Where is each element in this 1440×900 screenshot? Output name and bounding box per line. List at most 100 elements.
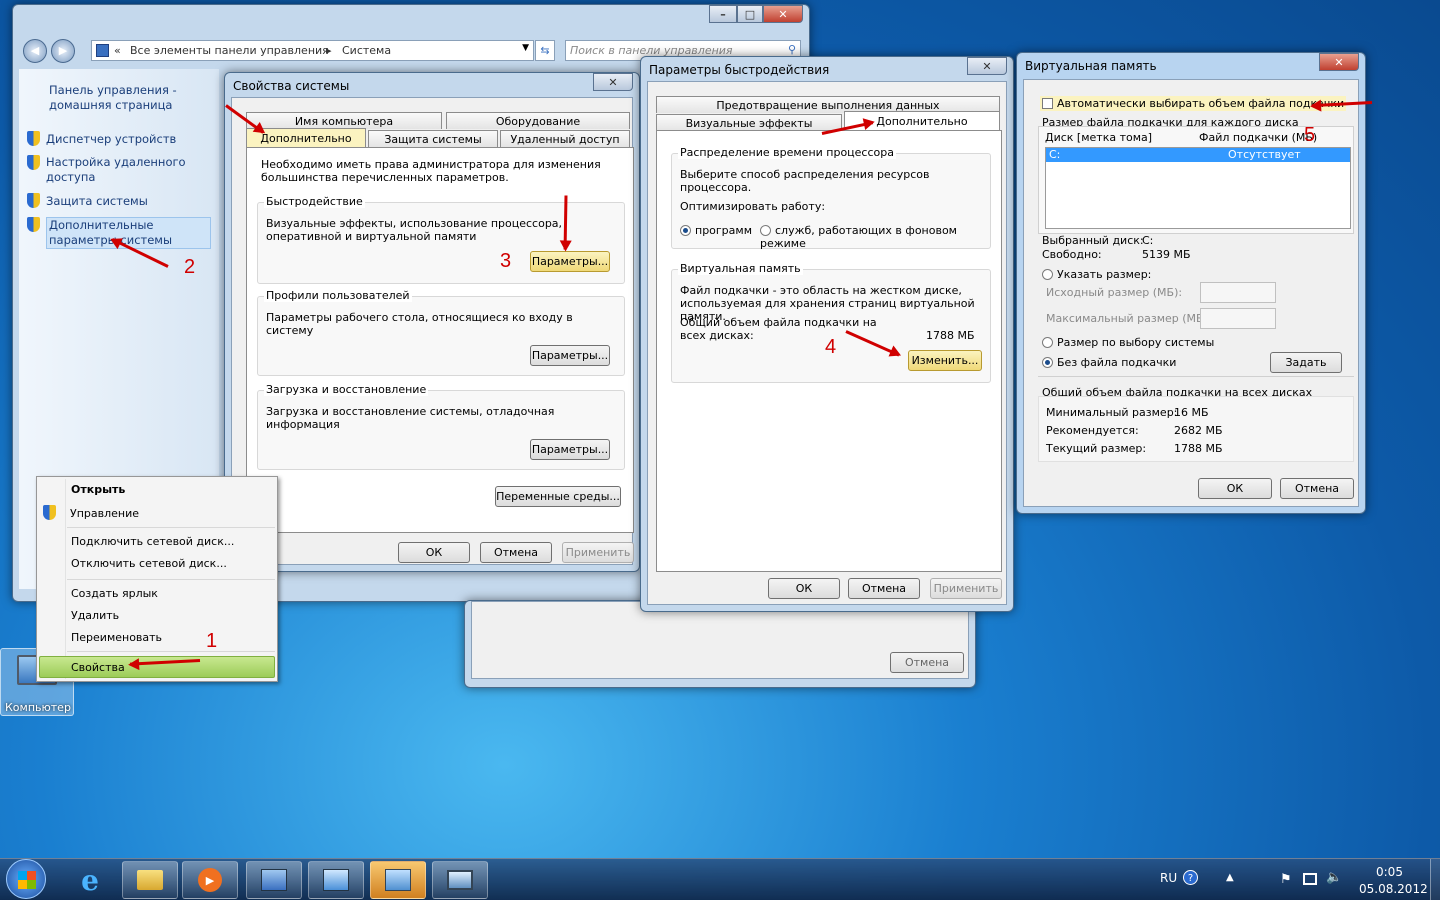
performance-settings-button[interactable]: Параметры... [530, 251, 610, 272]
tab-computer-name[interactable]: Имя компьютера [246, 112, 442, 129]
ok-button[interactable]: ОК [768, 578, 840, 599]
menu-item-map-drive[interactable]: Подключить сетевой диск... [71, 535, 234, 548]
cancel-button[interactable]: Отмена [1280, 478, 1354, 499]
internet-explorer-icon: e [81, 863, 99, 897]
radio-custom-size[interactable]: Указать размер: [1042, 268, 1151, 281]
menu-item-open[interactable]: Открыть [71, 483, 125, 496]
breadcrumb-overflow[interactable]: « [114, 44, 121, 57]
background-dialog: Отмена [464, 600, 976, 688]
action-center-flag-icon[interactable]: ⚑ [1280, 872, 1292, 887]
menu-item-disconnect-drive[interactable]: Отключить сетевой диск... [71, 557, 227, 570]
group-title: Загрузка и восстановление [264, 383, 429, 396]
radio-system-managed[interactable]: Размер по выбору системы [1042, 336, 1214, 349]
cancel-button[interactable]: Отмена [848, 578, 920, 599]
group-title: Профили пользователей [264, 289, 412, 302]
sidebar-item-protection[interactable]: Защита системы [27, 193, 217, 208]
close-icon[interactable]: ✕ [593, 73, 633, 91]
boot-settings-button[interactable]: Параметры... [530, 439, 610, 460]
maximize-icon[interactable]: □ [737, 5, 763, 23]
menu-item-create-shortcut[interactable]: Создать ярлык [71, 587, 158, 600]
breadcrumb-system[interactable]: Система [342, 44, 391, 57]
window-controls: ✕ [1319, 53, 1359, 71]
sidebar-item-remote[interactable]: Настройка удаленного доступа [27, 155, 217, 185]
environment-variables-button[interactable]: Переменные среды... [495, 486, 621, 507]
search-icon[interactable]: ⚲ [788, 43, 796, 56]
tab-hardware[interactable]: Оборудование [446, 112, 630, 129]
radio-programs[interactable]: программ [680, 224, 752, 237]
current-label: Текущий размер: [1046, 442, 1147, 455]
tab-system-protection[interactable]: Защита системы [368, 130, 498, 147]
back-button[interactable]: ◀ [23, 39, 47, 63]
menu-separator [67, 651, 275, 652]
radio-no-paging[interactable]: Без файла подкачки [1042, 356, 1176, 369]
tab-visual-effects[interactable]: Визуальные эффекты [656, 114, 842, 131]
apply-button[interactable]: Применить [930, 578, 1002, 599]
shield-icon [27, 217, 40, 232]
clock-time[interactable]: 0:05 [1376, 865, 1403, 879]
cancel-button[interactable]: Отмена [890, 652, 964, 673]
group-text: Загрузка и восстановление системы, отлад… [266, 405, 555, 431]
profiles-group: Профили пользователей Параметры рабочего… [257, 289, 625, 376]
initial-size-label: Исходный размер (МБ): [1046, 286, 1183, 299]
taskbar-ie[interactable]: e [62, 861, 118, 899]
virtual-memory-group: Виртуальная память Файл подкачки - это о… [671, 262, 991, 383]
set-button[interactable]: Задать [1270, 352, 1342, 373]
radio-label: служб, работающих в фоновом режиме [760, 224, 957, 250]
initial-size-field[interactable] [1200, 282, 1276, 303]
taskbar-control-panel[interactable] [308, 861, 364, 899]
minimize-icon[interactable]: – [709, 5, 737, 23]
forward-button[interactable]: ▶ [51, 39, 75, 63]
menu-item-rename[interactable]: Переименовать [71, 631, 162, 644]
cpu-group: Распределение времени процессора Выберит… [671, 146, 991, 250]
sidebar-item-devices[interactable]: Диспетчер устройств [27, 131, 217, 146]
taskbar-network[interactable] [246, 861, 302, 899]
help-icon[interactable]: ? [1183, 870, 1198, 885]
address-dropdown-icon[interactable]: ▼ [522, 43, 529, 53]
recommended-value: 2682 МБ [1174, 424, 1223, 437]
profiles-settings-button[interactable]: Параметры... [530, 345, 610, 366]
menu-item-label: Управление [70, 507, 140, 520]
annotation-number-3: 3 [500, 250, 512, 272]
sidebar-item-label: Защита системы [46, 194, 148, 208]
radio-services[interactable]: служб, работающих в фоновом режиме [760, 224, 990, 250]
sidebar-item-home[interactable]: Панель управления - домашняя страница [49, 83, 209, 113]
radio-icon [1042, 357, 1053, 368]
taskbar-explorer[interactable] [122, 861, 178, 899]
taskbar-media-player[interactable]: ▶ [182, 861, 238, 899]
tab-remote[interactable]: Удаленный доступ [500, 130, 630, 147]
group-text: Выберите способ распределения ресурсов п… [680, 168, 930, 194]
close-icon[interactable]: ✕ [967, 57, 1007, 75]
maximum-size-field[interactable] [1200, 308, 1276, 329]
auto-checkbox[interactable]: Автоматически выбирать объем файла подка… [1040, 96, 1347, 111]
close-icon[interactable]: ✕ [763, 5, 803, 23]
dialog-body: Имя компьютера Оборудование Дополнительн… [231, 97, 634, 565]
menu-item-properties[interactable]: Свойства [39, 656, 275, 678]
ok-button[interactable]: ОК [1198, 478, 1272, 499]
taskbar-system-properties[interactable] [370, 861, 426, 899]
start-button[interactable] [6, 859, 46, 899]
network-tray-icon[interactable] [1303, 873, 1317, 885]
taskbar-performance[interactable] [432, 861, 488, 899]
breadcrumb-all-items[interactable]: Все элементы панели управления [130, 44, 329, 57]
tray-expand-icon[interactable]: ▲ [1226, 872, 1234, 883]
apply-button[interactable]: Применить [562, 542, 634, 563]
radio-label: Указать размер: [1057, 268, 1152, 281]
menu-item-manage[interactable]: Управление [43, 505, 139, 520]
radio-icon [1042, 269, 1053, 280]
address-bar[interactable]: « Все элементы панели управления ▸ Систе… [91, 40, 534, 61]
cancel-button[interactable]: Отмена [480, 542, 552, 563]
ok-button[interactable]: ОК [398, 542, 470, 563]
annotation-number-5: 5 [1304, 124, 1316, 146]
clock-date[interactable]: 05.08.2012 [1359, 882, 1428, 896]
shield-icon [27, 193, 40, 208]
change-button[interactable]: Изменить... [908, 350, 982, 371]
close-icon[interactable]: ✕ [1319, 53, 1359, 71]
disk-row[interactable]: C: Отсутствует [1046, 148, 1350, 162]
menu-item-delete[interactable]: Удалить [71, 609, 119, 622]
volume-muted-icon[interactable]: 🔈 [1326, 870, 1342, 885]
show-desktop-button[interactable] [1430, 859, 1440, 900]
performance-options-dialog: Параметры быстродействия ✕ Предотвращени… [640, 56, 1014, 612]
language-indicator[interactable]: RU [1160, 871, 1177, 885]
refresh-icon[interactable]: ⇆ [535, 40, 555, 61]
disk-list[interactable]: C: Отсутствует [1045, 147, 1351, 229]
